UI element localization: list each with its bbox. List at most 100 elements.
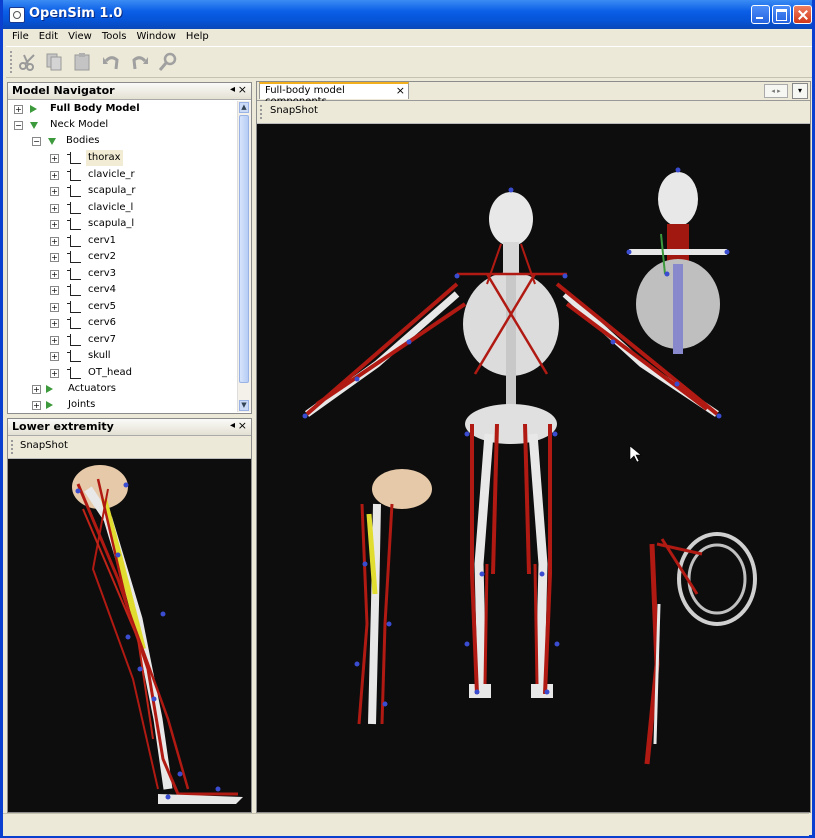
body-icon	[67, 334, 81, 346]
tab-full-body-model-components[interactable]: Full-body model components ×	[259, 82, 409, 107]
tree-item-label: scapula_l	[88, 218, 135, 229]
find-icon[interactable]	[158, 52, 178, 72]
expand-icon[interactable]: +	[50, 286, 59, 295]
maximize-button[interactable]	[772, 5, 791, 24]
title-bar[interactable]: OpenSim 1.0	[3, 0, 812, 29]
tree-item-full-body-model[interactable]: + Full Body Model	[12, 101, 237, 117]
expand-icon[interactable]: +	[50, 336, 59, 345]
tree-item-label: Full Body Model	[50, 103, 140, 114]
collapse-icon[interactable]: −	[14, 121, 23, 130]
tree-item-label: Neck Model	[50, 119, 109, 130]
main-view-panel: Full-body model components × ◂ ▸ ▾ SnapS…	[256, 81, 811, 813]
tree-item-body[interactable]: + cerv2	[48, 249, 237, 265]
body-icon	[67, 152, 81, 164]
expand-icon[interactable]: +	[32, 385, 41, 394]
scroll-thumb[interactable]	[239, 115, 249, 383]
expand-icon[interactable]: +	[50, 171, 59, 180]
expand-icon[interactable]: +	[50, 253, 59, 262]
tab-scroll-buttons[interactable]: ◂ ▸	[764, 84, 788, 98]
expand-icon[interactable]: +	[32, 401, 41, 410]
navigator-scrollbar[interactable]: ▲ ▼	[237, 101, 251, 412]
tree-item-label: Actuators	[68, 383, 116, 394]
expand-icon[interactable]: +	[50, 154, 59, 163]
tree-item-body[interactable]: + clavicle_r	[48, 167, 237, 183]
copy-icon[interactable]	[44, 52, 64, 72]
tree-item-joints[interactable]: + Joints	[30, 397, 237, 412]
tree-item-body[interactable]: + cerv3	[48, 266, 237, 282]
body-icon	[67, 301, 81, 313]
scroll-up-icon[interactable]: ▲	[239, 102, 249, 113]
tree-item-body[interactable]: + cerv7	[48, 332, 237, 348]
collapse-icon[interactable]: −	[32, 137, 41, 146]
tree-item-body[interactable]: + scapula_r	[48, 183, 237, 199]
minimize-panel-icon[interactable]: ◂	[230, 420, 235, 431]
expand-icon[interactable]: +	[50, 369, 59, 378]
tree-item-body[interactable]: + OT_head	[48, 365, 237, 381]
tree-item-bodies[interactable]: − Bodies	[30, 133, 237, 149]
tree-item-label: skull	[88, 350, 111, 361]
close-window-button[interactable]	[793, 5, 812, 24]
snapshot-button[interactable]: SnapShot	[20, 440, 68, 451]
minimize-button[interactable]	[751, 5, 770, 24]
tree-item-body[interactable]: + cerv6	[48, 315, 237, 331]
toolbar	[6, 46, 812, 78]
tree-item-body[interactable]: + cerv1	[48, 233, 237, 249]
expand-icon[interactable]: +	[50, 237, 59, 246]
close-panel-icon[interactable]: ×	[238, 419, 247, 432]
main-3d-view[interactable]	[257, 124, 810, 812]
tree-item-body[interactable]: + scapula_l	[48, 216, 237, 232]
close-panel-icon[interactable]: ×	[238, 83, 247, 96]
model-icon	[30, 105, 37, 113]
actuators-icon	[46, 385, 53, 393]
lower-extremity-3d-view[interactable]	[8, 459, 251, 812]
expand-icon[interactable]: +	[50, 352, 59, 361]
scroll-down-icon[interactable]: ▼	[239, 400, 249, 411]
undo-icon[interactable]	[101, 52, 121, 72]
toolbar-grip[interactable]	[11, 440, 13, 454]
body-icon	[67, 169, 81, 181]
app-icon	[9, 7, 25, 23]
body-icon	[67, 367, 81, 379]
menu-tools[interactable]: Tools	[98, 29, 131, 45]
toolbar-grip[interactable]	[10, 51, 15, 73]
body-icon	[67, 218, 81, 230]
expand-icon[interactable]: +	[50, 220, 59, 229]
tree-item-body[interactable]: + skull	[48, 348, 237, 364]
menu-help[interactable]: Help	[182, 29, 213, 45]
tree-item-body[interactable]: + thorax	[48, 150, 237, 166]
toolbar-grip[interactable]	[260, 105, 262, 119]
snapshot-button[interactable]: SnapShot	[270, 105, 318, 116]
cut-icon[interactable]	[18, 52, 38, 72]
expand-icon[interactable]: +	[50, 187, 59, 196]
main-snapshot-bar: SnapShot	[257, 101, 810, 124]
menu-edit[interactable]: Edit	[35, 29, 62, 45]
tree-item-body[interactable]: + cerv4	[48, 282, 237, 298]
expand-icon[interactable]: +	[14, 105, 23, 114]
tree-item-neck-model[interactable]: − Neck Model	[12, 117, 237, 133]
body-icon	[67, 317, 81, 329]
expand-icon[interactable]: +	[50, 319, 59, 328]
redo-icon[interactable]	[130, 52, 150, 72]
tab-list-dropdown-icon[interactable]: ▾	[792, 83, 808, 99]
minimize-panel-icon[interactable]: ◂	[230, 84, 235, 95]
body-icon	[67, 185, 81, 197]
menu-bar: File Edit View Tools Window Help	[6, 29, 812, 45]
lower-extremity-header: Lower extremity ◂ ×	[8, 419, 251, 436]
full-body-model-render	[302, 167, 757, 765]
tree-item-actuators[interactable]: + Actuators	[30, 381, 237, 397]
paste-icon[interactable]	[72, 52, 92, 72]
lower-snapshot-bar: SnapShot	[8, 436, 251, 459]
mouse-cursor-icon	[629, 445, 642, 463]
tree-item-label: Joints	[68, 399, 96, 410]
expand-icon[interactable]: +	[50, 270, 59, 279]
menu-view[interactable]: View	[64, 29, 96, 45]
menu-window[interactable]: Window	[132, 29, 179, 45]
neck-model-render	[626, 167, 730, 354]
model-icon	[30, 122, 38, 129]
menu-file[interactable]: File	[8, 29, 33, 45]
tree-item-body[interactable]: + cerv5	[48, 299, 237, 315]
expand-icon[interactable]: +	[50, 303, 59, 312]
tree-item-body[interactable]: + clavicle_l	[48, 200, 237, 216]
close-tab-icon[interactable]: ×	[396, 84, 405, 97]
expand-icon[interactable]: +	[50, 204, 59, 213]
